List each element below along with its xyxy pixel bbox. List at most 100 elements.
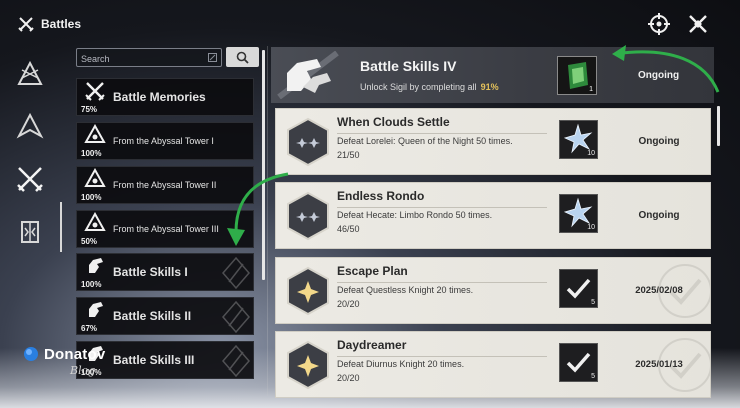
- mission-card[interactable]: Endless Rondo Defeat Hecate: Limbo Rondo…: [275, 182, 711, 249]
- decorative-emblem-icon: [222, 344, 250, 378]
- category-badge: 100%: [77, 122, 113, 160]
- mission-progress: 20/20: [337, 299, 360, 309]
- edit-icon: [208, 53, 217, 62]
- category-percent: 50%: [81, 237, 98, 246]
- battles-swords-icon[interactable]: [16, 165, 44, 193]
- category-badge: 100%: [77, 166, 113, 204]
- sigil-reward-qty: 1: [589, 86, 593, 93]
- rail-icon-2[interactable]: [16, 112, 44, 140]
- category-item[interactable]: 75% Battle Memories: [76, 78, 254, 116]
- search-button[interactable]: [226, 47, 259, 67]
- mission-progress: 46/50: [337, 224, 360, 234]
- category-percent: 67%: [81, 324, 98, 333]
- mission-title: Daydreamer: [337, 338, 407, 352]
- watermark-logo: Donatov: [22, 345, 105, 363]
- mission-hex-badge-icon: [287, 117, 329, 167]
- category-item[interactable]: 100% From the Abyssal Tower II: [76, 166, 254, 204]
- target-settings-icon[interactable]: [647, 12, 671, 36]
- category-item[interactable]: 100% Battle Skills I: [76, 253, 254, 291]
- category-label: From the Abyssal Tower III: [113, 224, 219, 234]
- watermark-sub: Blog: [70, 364, 96, 377]
- sigil-status: Ongoing: [638, 70, 680, 81]
- watermark-dot-icon: [24, 347, 38, 361]
- gauntlet-icon: [89, 258, 103, 273]
- category-label: Battle Skills I: [113, 265, 188, 279]
- abyss-tower-icon: [84, 212, 106, 231]
- category-label: From the Abyssal Tower I: [113, 136, 214, 146]
- mission-desc: Defeat Questless Knight 20 times.: [337, 285, 474, 295]
- page-title: Battles: [41, 17, 82, 31]
- mission-reward[interactable]: 10: [559, 120, 598, 159]
- header-title-group: Battles: [18, 16, 81, 32]
- mission-status: Ongoing: [638, 136, 680, 147]
- category-badge: 75%: [77, 78, 113, 116]
- mission-title: When Clouds Settle: [337, 115, 450, 129]
- mission-card[interactable]: Daydreamer Defeat Diurnus Knight 20 time…: [275, 331, 711, 398]
- close-icon[interactable]: [686, 12, 710, 36]
- sigil-header: Battle Skills IV Unlock Sigil by complet…: [271, 47, 714, 103]
- sigil-reward[interactable]: 1: [557, 56, 597, 95]
- mission-reward-qty: 10: [587, 150, 595, 157]
- category-percent: 100%: [81, 149, 102, 158]
- mission-card[interactable]: Escape Plan Defeat Questless Knight 20 t…: [275, 257, 711, 324]
- category-item[interactable]: 67% Battle Skills II: [76, 297, 254, 335]
- rail-icon-4[interactable]: [16, 218, 44, 246]
- mission-divider: [337, 282, 547, 283]
- mission-status: Ongoing: [638, 210, 680, 221]
- category-badge: 67%: [77, 297, 113, 335]
- completed-check-icon: [658, 338, 710, 392]
- category-item[interactable]: 100% From the Abyssal Tower I: [76, 122, 254, 160]
- decorative-emblem-icon: [222, 300, 250, 334]
- abyss-tower-icon: [84, 124, 106, 143]
- watermark-brand: Donatov: [44, 345, 106, 363]
- category-label: Battle Memories: [113, 90, 206, 104]
- category-scrollbar[interactable]: [262, 50, 265, 280]
- category-percent: 75%: [81, 105, 98, 114]
- category-badge: 50%: [77, 210, 113, 248]
- mission-reward[interactable]: 10: [559, 194, 598, 233]
- mission-desc: Defeat Hecate: Limbo Rondo 50 times.: [337, 210, 493, 220]
- category-label: Battle Skills II: [113, 309, 192, 323]
- mission-scrollbar[interactable]: [717, 106, 720, 146]
- rail-active-indicator: [60, 202, 62, 252]
- mission-reward-qty: 10: [587, 224, 595, 231]
- mission-hex-badge-icon: [287, 191, 329, 241]
- sigil-subtitle-row: Unlock Sigil by completing all 91%: [360, 82, 499, 92]
- mission-reward-qty: 5: [591, 373, 595, 380]
- gauntlet-icon: [89, 302, 103, 317]
- mission-title: Endless Rondo: [337, 189, 425, 203]
- mission-card[interactable]: When Clouds Settle Defeat Lorelei: Queen…: [275, 108, 711, 175]
- decorative-emblem-icon: [222, 256, 250, 290]
- mission-desc: Defeat Lorelei: Queen of the Night 50 ti…: [337, 136, 513, 146]
- divider: [267, 46, 268, 396]
- mission-reward-qty: 5: [591, 299, 595, 306]
- battles-icon: [18, 17, 34, 32]
- gauntlet-emblem-icon: [277, 51, 339, 99]
- category-badge: 100%: [77, 253, 113, 291]
- completed-check-icon: [658, 264, 710, 318]
- sigil-title: Battle Skills IV: [360, 58, 457, 74]
- top-bar: Battles: [0, 0, 740, 50]
- mission-hex-badge-icon: [287, 266, 329, 316]
- abyss-tower-icon: [84, 168, 106, 187]
- category-percent: 100%: [81, 280, 102, 289]
- mission-desc: Defeat Diurnus Knight 20 times.: [337, 359, 465, 369]
- mission-divider: [337, 133, 547, 134]
- swords-emblem-icon: [85, 82, 105, 101]
- rail-icon-1[interactable]: [16, 60, 44, 88]
- mission-title: Escape Plan: [337, 264, 408, 278]
- category-label: Battle Skills III: [113, 353, 195, 367]
- category-item[interactable]: 50% From the Abyssal Tower III: [76, 210, 254, 248]
- mission-divider: [337, 356, 547, 357]
- sigil-percent: 91%: [480, 82, 499, 92]
- search-icon: [236, 51, 249, 64]
- mission-divider: [337, 207, 547, 208]
- mission-reward[interactable]: 5: [559, 343, 598, 382]
- mission-progress: 21/50: [337, 150, 360, 160]
- category-label: From the Abyssal Tower II: [113, 180, 217, 190]
- sigil-subtitle: Unlock Sigil by completing all: [360, 82, 477, 92]
- mission-progress: 20/20: [337, 373, 360, 383]
- search-box: [76, 48, 222, 68]
- search-input[interactable]: [77, 50, 197, 68]
- mission-reward[interactable]: 5: [559, 269, 598, 308]
